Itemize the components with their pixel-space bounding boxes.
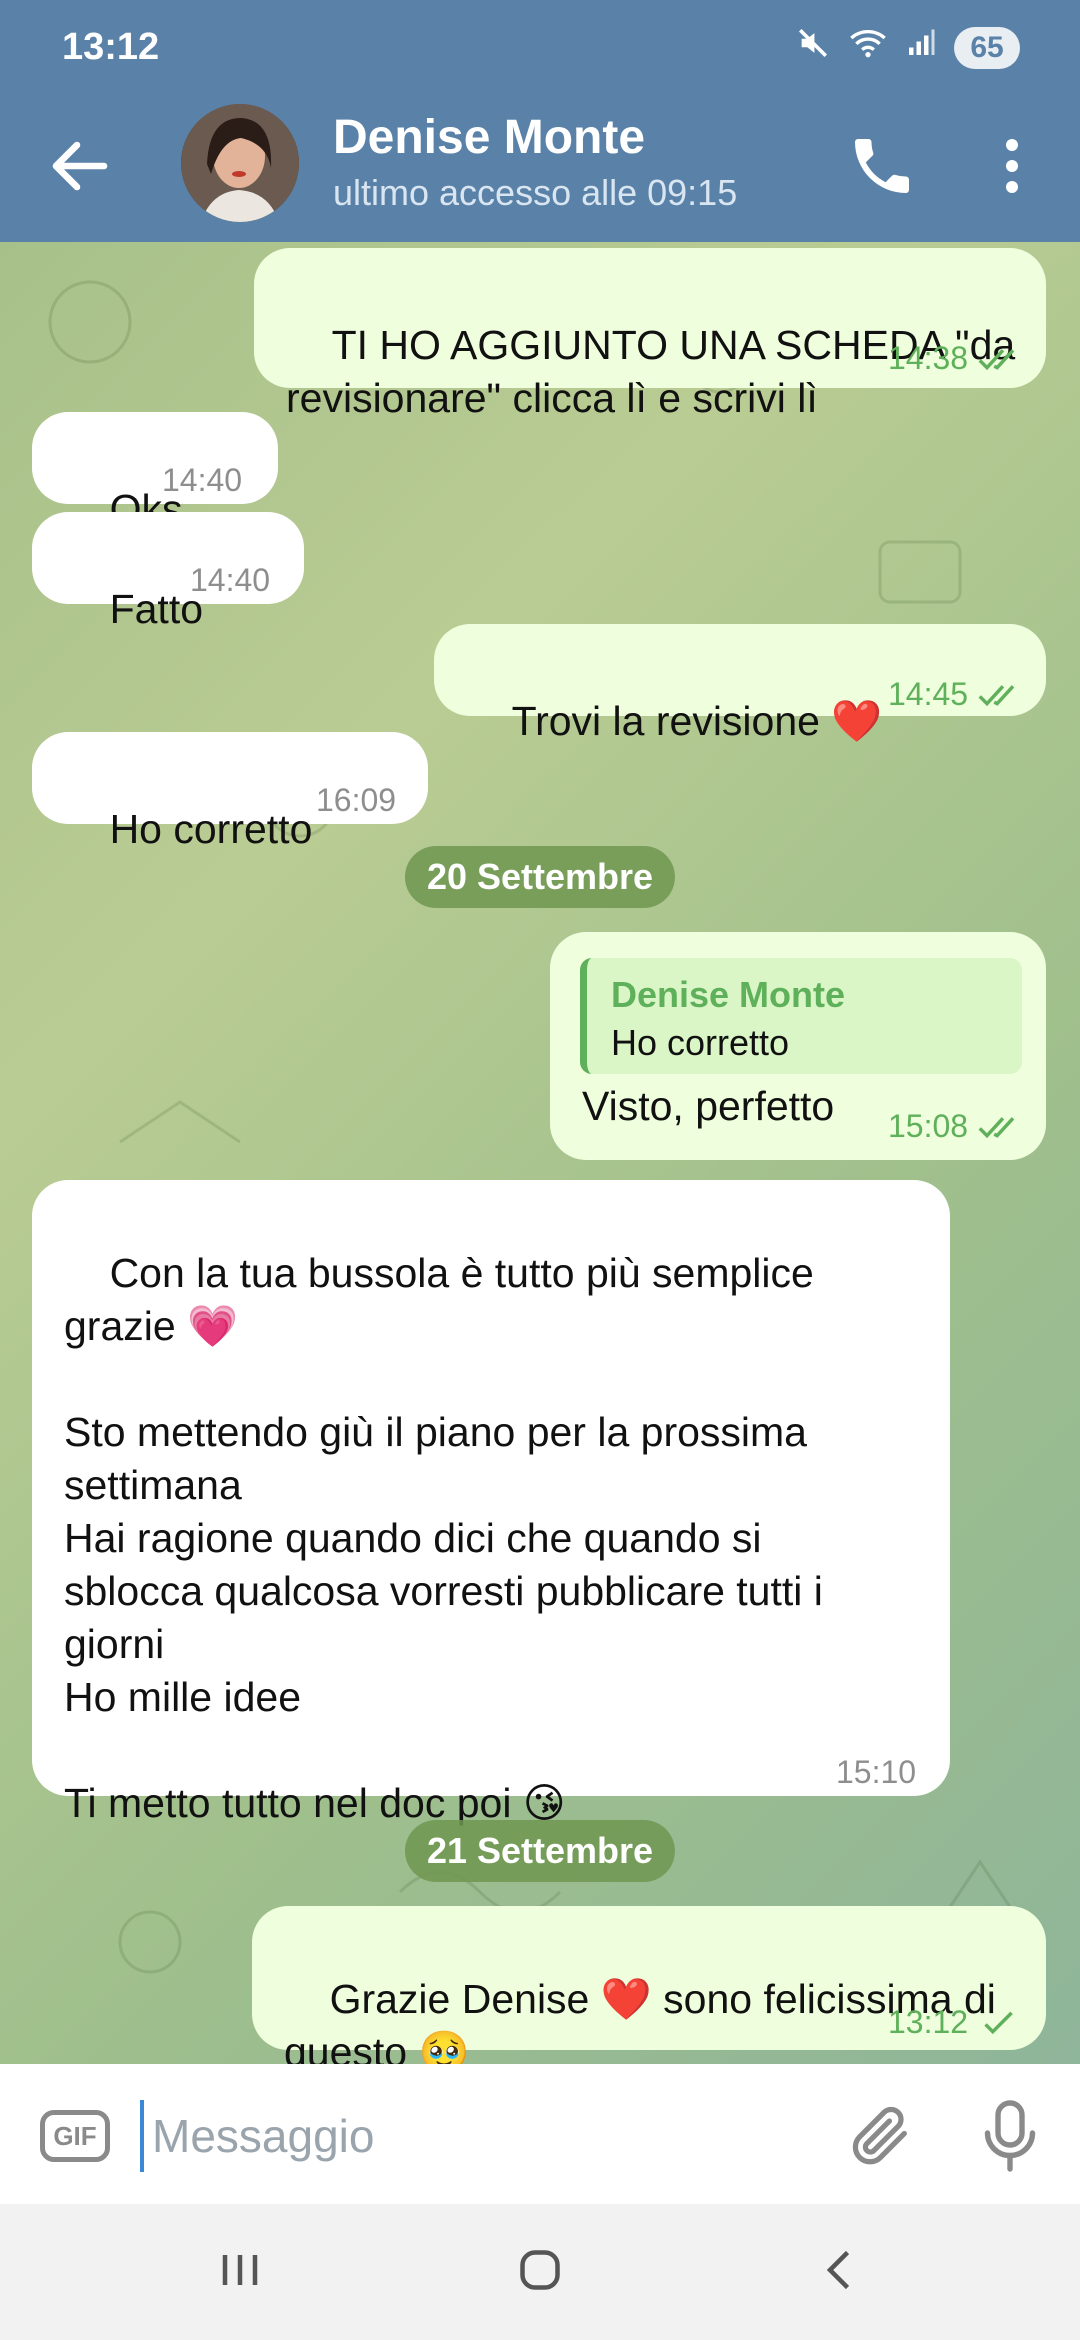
- message-time: 15:10: [836, 1754, 917, 1790]
- last-seen-status: ultimo accesso alle 09:15: [333, 172, 738, 213]
- message-bubble-outgoing[interactable]: Trovi la revisione ❤️ 14:45: [434, 624, 1046, 744]
- phone-icon: [855, 139, 909, 193]
- recent-apps-icon: [222, 2255, 258, 2285]
- message-bubble-incoming[interactable]: Oks 14:40: [32, 412, 278, 532]
- message-meta: 14:38: [888, 332, 1024, 385]
- avatar[interactable]: [181, 104, 299, 222]
- mute-icon: [796, 26, 830, 69]
- double-check-icon: [978, 684, 1015, 706]
- message-text: Fatto: [109, 586, 204, 632]
- status-bar: 13:12 65: [0, 0, 1080, 100]
- chat-area[interactable]: TI HO AGGIUNTO UNA SCHEDA "da revisionar…: [0, 242, 1080, 2064]
- reply-quote[interactable]: Denise Monte Ho corretto: [580, 958, 1022, 1074]
- home-icon: [520, 2250, 560, 2290]
- message-text: Con la tua bussola è tutto più semplice …: [64, 1250, 823, 1826]
- gif-button[interactable]: GIF: [40, 2110, 110, 2162]
- message-meta: 15:10: [836, 1746, 916, 1799]
- message-time: 13:12: [888, 2004, 969, 2040]
- message-text: Trovi la revisione ❤️: [511, 698, 883, 744]
- attach-button[interactable]: [846, 2100, 916, 2170]
- wifi-icon: [848, 26, 888, 69]
- more-vertical-icon: [1006, 139, 1018, 193]
- microphone-icon: [984, 2100, 1036, 2172]
- message-text: Visto, perfetto: [582, 1083, 835, 1129]
- message-time: 14:45: [888, 676, 969, 712]
- message-bubble-outgoing[interactable]: Grazie Denise ❤️ sono felicissima di que…: [252, 1906, 1046, 2064]
- date-separator: 20 Settembre: [404, 846, 676, 908]
- status-time: 13:12: [62, 26, 160, 68]
- message-meta: 15:08: [888, 1100, 1024, 1153]
- more-options-button[interactable]: [990, 130, 1034, 202]
- message-bubble-incoming[interactable]: Fatto 14:40: [32, 512, 304, 632]
- message-input-bar: GIF: [0, 2064, 1080, 2204]
- reply-quote-author: Denise Monte: [611, 974, 846, 1015]
- message-meta: 14:45: [888, 668, 1024, 721]
- back-button[interactable]: [44, 130, 116, 202]
- date-separator: 21 Settembre: [404, 1820, 676, 1882]
- message-meta: 16:09: [316, 774, 396, 827]
- message-meta: 14:40: [190, 554, 270, 607]
- recent-apps-button[interactable]: [210, 2240, 270, 2300]
- message-input[interactable]: [140, 2100, 834, 2172]
- system-navigation-bar: [0, 2204, 1080, 2340]
- double-check-icon: [978, 348, 1015, 370]
- message-meta: 14:40: [162, 454, 242, 507]
- avatar-image: [181, 104, 299, 222]
- check-icon: [984, 2011, 1013, 2034]
- message-time: 14:40: [162, 462, 243, 498]
- reply-quote-text: Ho corretto: [611, 1022, 790, 1063]
- home-button[interactable]: [510, 2240, 570, 2300]
- contact-name[interactable]: Denise Monte: [333, 110, 645, 165]
- call-button[interactable]: [846, 130, 918, 202]
- message-time: 14:38: [888, 340, 969, 376]
- message-bubble-incoming[interactable]: Ho corretto 16:09: [32, 732, 428, 852]
- arrow-left-icon: [52, 141, 108, 191]
- back-nav-button[interactable]: [810, 2240, 870, 2300]
- chat-header: Denise Monte ultimo accesso alle 09:15: [0, 100, 1080, 242]
- battery-indicator: 65: [954, 26, 1020, 69]
- microphone-button[interactable]: [980, 2100, 1040, 2172]
- message-time: 16:09: [316, 782, 397, 818]
- message-time: 15:08: [888, 1108, 969, 1144]
- chevron-left-icon: [826, 2250, 850, 2290]
- paperclip-icon: [852, 2106, 907, 2165]
- message-text: Ho corretto: [109, 806, 313, 852]
- signal-icon: [906, 26, 936, 69]
- message-bubble-incoming[interactable]: Con la tua bussola è tutto più semplice …: [32, 1180, 950, 1826]
- message-bubble-outgoing[interactable]: Denise Monte Ho corretto Visto, perfetto…: [550, 932, 1046, 1160]
- message-time: 14:40: [190, 562, 271, 598]
- status-icons: 65: [796, 26, 1020, 69]
- message-meta: 13:12: [888, 1996, 1024, 2049]
- message-bubble-outgoing[interactable]: TI HO AGGIUNTO UNA SCHEDA "da revisionar…: [254, 248, 1046, 421]
- double-check-icon: [978, 1116, 1015, 1138]
